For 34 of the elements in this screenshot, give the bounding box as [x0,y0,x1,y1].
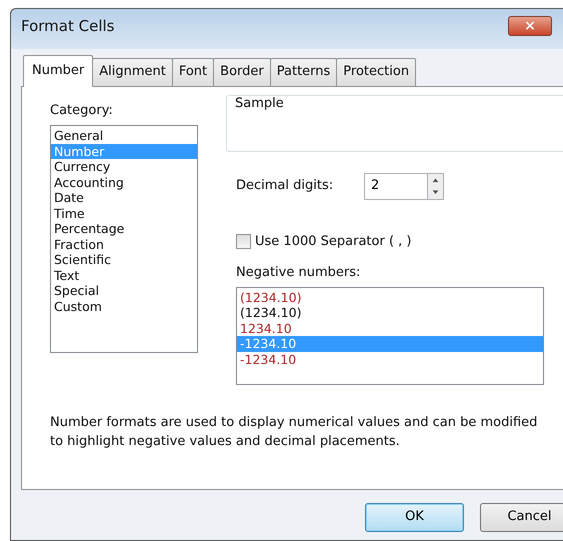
list-item[interactable]: Currency [51,159,197,174]
tab[interactable]: Font [172,58,214,86]
tab[interactable]: Number [23,55,94,86]
list-item[interactable]: Text [51,268,197,283]
list-item[interactable]: Scientific [51,252,197,268]
category-list[interactable]: General Number Currency Accounting Date Time Percentage Fraction Scientific Text Special Custom [50,125,198,353]
tab[interactable]: Alignment [92,58,173,86]
list-item[interactable]: Time [51,206,197,221]
tab[interactable]: Border [213,58,271,86]
list-item[interactable]: Date [51,190,197,206]
list-item[interactable]: Accounting [51,174,197,190]
list-item[interactable]: Fraction [51,236,197,252]
decimal-digits-label: Decimal digits: [236,177,334,196]
list-item[interactable]: Special [51,283,197,298]
sample-label: Sample [235,96,284,110]
list-item[interactable]: (1234.10) [237,290,543,305]
list-item[interactable]: 1234.10 [237,320,543,336]
list-item[interactable]: General [51,128,197,144]
separator-label: Use 1000 Separator ( , ) [255,232,412,250]
window-title: Format Cells [21,16,114,37]
list-item[interactable]: (1234.10) [237,305,543,320]
separator-checkbox[interactable] [236,234,251,249]
negative-numbers-list[interactable]: (1234.10) (1234.10) 1234.10 -1234.10 -1234.10 [236,286,544,384]
list-item[interactable]: Percentage [51,221,197,236]
ok-button[interactable]: OK [365,502,464,532]
cancel-button[interactable]: Cancel [480,502,563,532]
decimal-digits-field[interactable]: 2 [364,172,427,200]
category-label: Category: [50,102,114,120]
tab[interactable]: Protection [336,58,416,86]
tab[interactable]: Patterns [270,58,338,86]
negative-numbers-label: Negative numbers: [236,264,362,282]
list-item[interactable]: Custom [51,298,197,314]
description-text: Number formats are used to display numerical values and can be modified to highlight negative values and decimal placements. [50,414,538,450]
list-item[interactable]: -1234.10 [237,352,543,367]
